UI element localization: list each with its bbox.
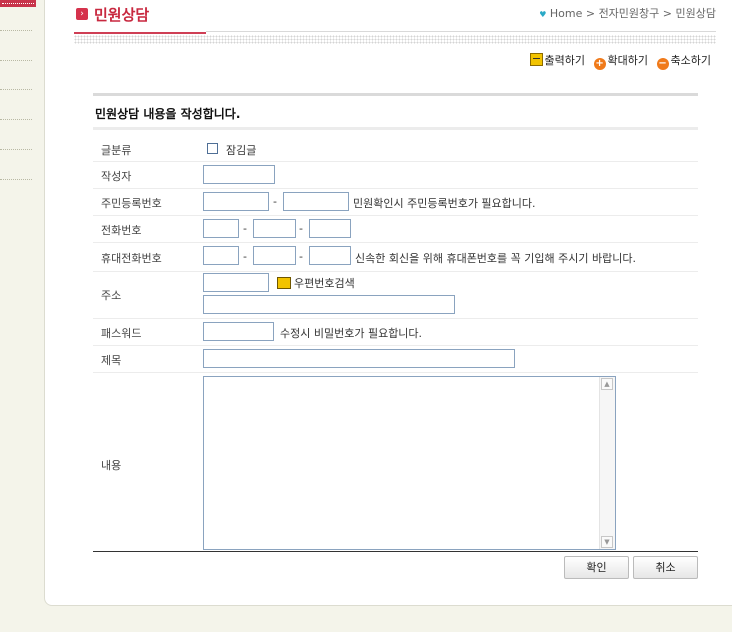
scroll-up-icon[interactable]: ▲ — [601, 378, 613, 390]
address-label: 주소 — [101, 289, 122, 302]
page-title: 민원상담 — [94, 6, 150, 24]
sidebar-divider — [0, 89, 32, 90]
page-title-area: › 민원상담 — [74, 0, 206, 34]
zoom-in-button[interactable]: + 확대하기 — [593, 52, 649, 70]
form-heading-bar: 민원상담 내용을 작성합니다. — [93, 97, 698, 130]
mobile-last-input[interactable] — [309, 246, 351, 265]
phone-label: 전화번호 — [101, 224, 142, 237]
textarea-scrollbar[interactable]: ▲ ▼ — [599, 377, 615, 549]
mobile-prefix-input[interactable] — [203, 246, 239, 265]
password-note: 수정시 비밀번호가 필요합니다. — [280, 327, 423, 340]
plus-circle-icon: + — [593, 58, 606, 70]
sidebar-divider — [0, 30, 32, 31]
page-toolbar: 출력하기 + 확대하기 − 축소하기 — [525, 52, 711, 70]
phone-area-input[interactable] — [203, 219, 239, 238]
sidebar-divider — [0, 119, 32, 120]
form-row-phone: 전화번호 - - — [93, 216, 698, 243]
lock-checkbox[interactable] — [207, 143, 218, 154]
print-icon — [529, 53, 543, 66]
zipcode-search-button[interactable]: 우편번호검색 — [277, 275, 355, 291]
form-row-rrn: 주민등록번호 - 민원확인시 주민등록번호가 필요합니다. — [93, 189, 698, 216]
content-textarea[interactable]: ▲ ▼ — [203, 376, 616, 550]
zoom-out-button[interactable]: − 축소하기 — [656, 52, 711, 70]
phone-dash: - — [299, 222, 303, 235]
mobile-mid-input[interactable] — [253, 246, 296, 265]
heart-icon: ♥ — [539, 10, 547, 19]
password-label: 패스워드 — [101, 327, 142, 340]
scroll-down-icon[interactable]: ▼ — [601, 536, 613, 548]
breadcrumb-level1[interactable]: 전자민원창구 — [599, 7, 660, 20]
header-dotted-band — [74, 35, 716, 44]
phone-dash: - — [243, 222, 247, 235]
header-rule — [206, 31, 716, 32]
mobile-note: 신속한 회신을 위해 휴대폰번호를 꼭 기입해 주시기 바랍니다. — [355, 252, 636, 265]
rrn-dash: - — [273, 195, 277, 208]
breadcrumb: ♥ Home > 전자민원창구 > 민원상담 — [539, 5, 716, 21]
writer-label: 작성자 — [101, 170, 132, 183]
mobile-dash: - — [243, 250, 247, 263]
consultation-form: 민원상담 내용을 작성합니다. 글분류 잠김글 작성자 주민등록번호 - 민원확… — [93, 93, 698, 553]
form-top-border — [93, 93, 698, 96]
breadcrumb-separator: > — [662, 7, 673, 20]
lock-checkbox-label: 잠김글 — [226, 144, 257, 157]
form-row-writer: 작성자 — [93, 162, 698, 189]
mobile-dash: - — [299, 250, 303, 263]
rrn-label: 주민등록번호 — [101, 197, 162, 210]
print-button[interactable]: 출력하기 — [529, 52, 586, 68]
zoom-in-label: 확대하기 — [607, 54, 649, 67]
rrn-back-input[interactable] — [283, 192, 349, 211]
password-input[interactable] — [203, 322, 274, 341]
cancel-button[interactable]: 취소 — [633, 556, 698, 579]
form-heading: 민원상담 내용을 작성합니다. — [95, 107, 241, 121]
sidebar-divider — [0, 60, 32, 61]
phone-mid-input[interactable] — [253, 219, 296, 238]
confirm-button[interactable]: 확인 — [564, 556, 629, 579]
form-row-category: 글분류 잠김글 — [93, 137, 698, 162]
search-folder-icon — [277, 277, 291, 289]
sidebar-active-marker — [0, 0, 36, 7]
zoom-out-label: 축소하기 — [670, 54, 711, 67]
subject-label: 제목 — [101, 354, 122, 367]
sidebar-divider — [0, 179, 32, 180]
address-input[interactable] — [203, 295, 455, 314]
mobile-label: 휴대전화번호 — [101, 252, 162, 265]
zipcode-input[interactable] — [203, 273, 269, 292]
minus-circle-icon: − — [656, 58, 669, 70]
arrow-right-icon: › — [76, 8, 88, 20]
content-label: 내용 — [101, 459, 122, 472]
writer-input[interactable] — [203, 165, 275, 184]
form-row-password: 패스워드 수정시 비밀번호가 필요합니다. — [93, 319, 698, 346]
rrn-note: 민원확인시 주민등록번호가 필요합니다. — [353, 197, 536, 210]
subject-input[interactable] — [203, 349, 515, 368]
form-row-mobile: 휴대전화번호 - - 신속한 회신을 위해 휴대폰번호를 꼭 기입해 주시기 바… — [93, 243, 698, 272]
sidebar-divider — [0, 149, 32, 150]
zipcode-search-label: 우편번호검색 — [294, 277, 355, 290]
print-label: 출력하기 — [544, 54, 586, 67]
left-sidebar — [0, 0, 36, 632]
rrn-front-input[interactable] — [203, 192, 269, 211]
breadcrumb-level2[interactable]: 민원상담 — [676, 7, 716, 20]
category-label: 글분류 — [101, 144, 132, 157]
breadcrumb-separator: > — [585, 7, 596, 20]
form-row-subject: 제목 — [93, 346, 698, 373]
form-row-address: 주소 우편번호검색 — [93, 272, 698, 319]
breadcrumb-home[interactable]: Home — [550, 7, 582, 20]
phone-last-input[interactable] — [309, 219, 351, 238]
form-bottom-border — [93, 551, 698, 552]
